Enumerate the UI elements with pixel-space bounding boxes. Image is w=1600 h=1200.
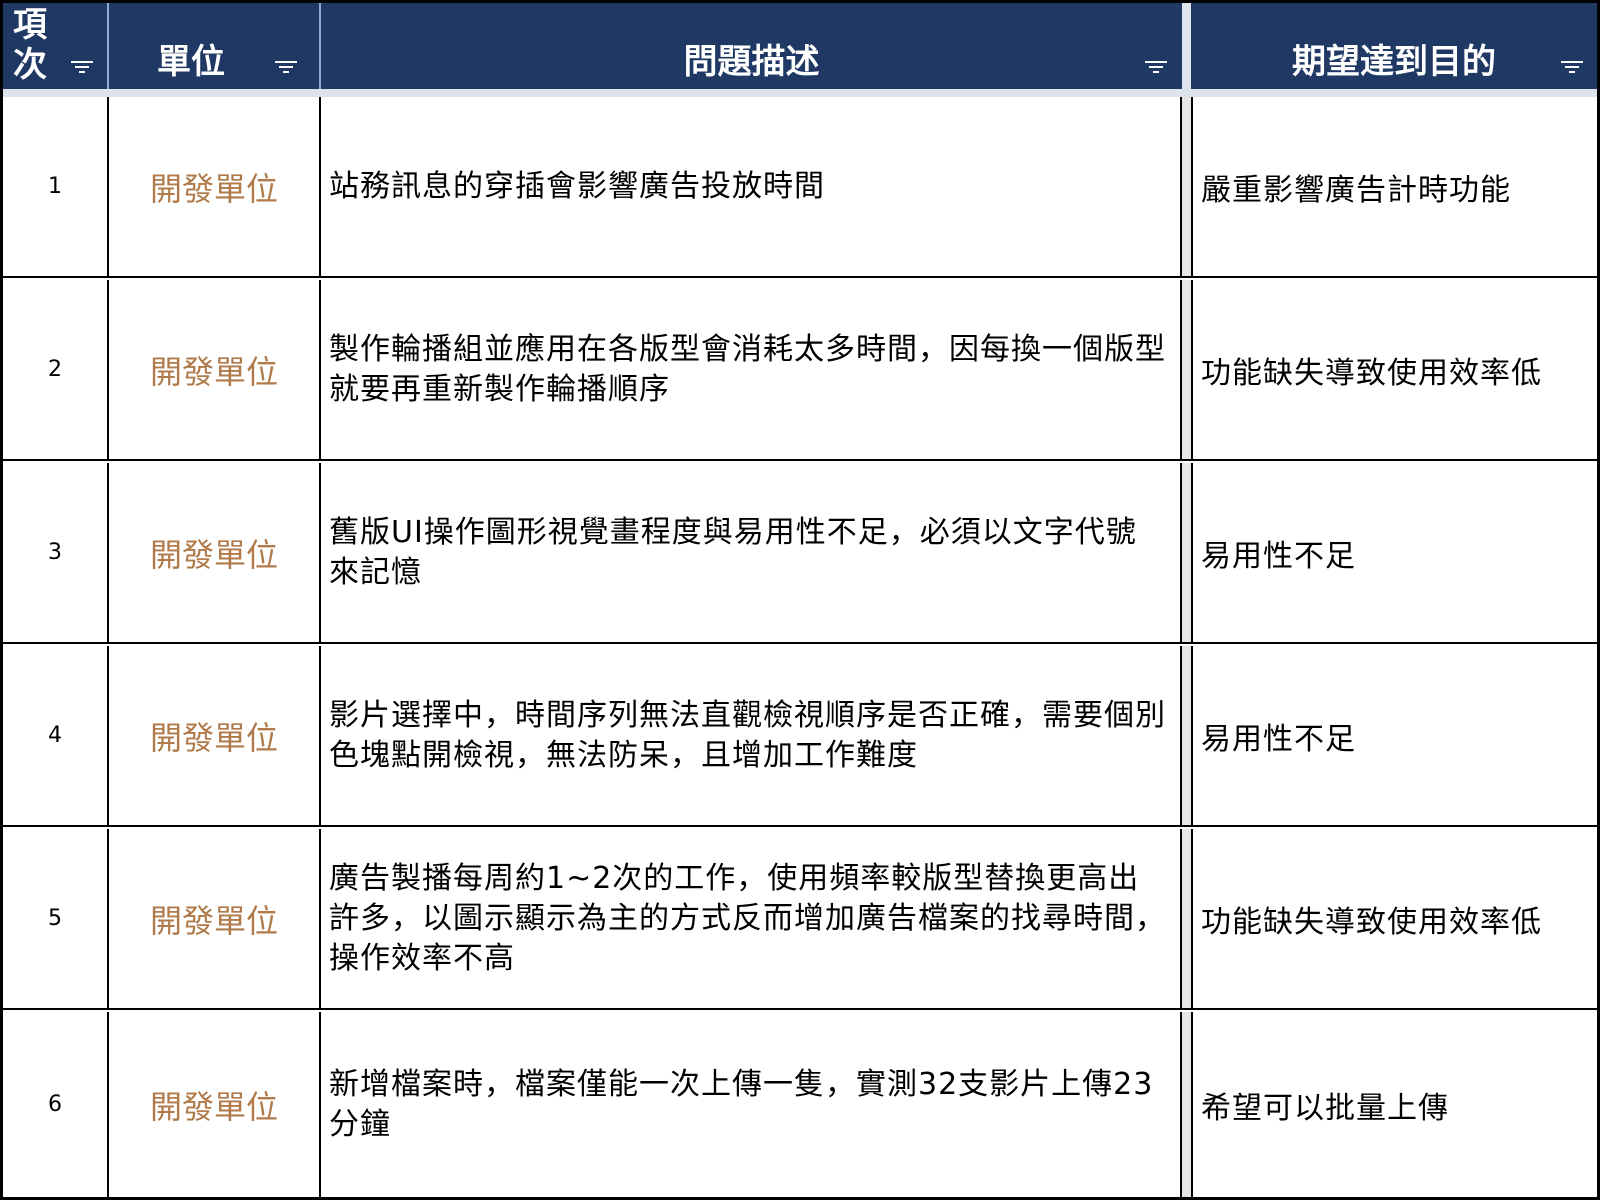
cell-goal[interactable]: 嚴重影響廣告計時功能 (1191, 97, 1597, 276)
cell-goal[interactable]: 易用性不足 (1191, 646, 1597, 825)
cell-problem[interactable]: 舊版UI操作圖形視覺畫程度與易用性不足，必須以文字代號來記憶 (321, 463, 1182, 642)
table-row[interactable]: 3 開發單位 舊版UI操作圖形視覺畫程度與易用性不足，必須以文字代號來記憶 易用… (3, 463, 1597, 644)
row-unit: 開發單位 (149, 1087, 278, 1126)
row-unit: 開發單位 (149, 901, 278, 940)
row-index: 1 (48, 174, 62, 199)
cell-index[interactable]: 4 (3, 646, 109, 825)
row-problem: 站務訊息的穿插會影響廣告投放時間 (329, 168, 825, 204)
row-problem: 廣告製播每周約1~2次的工作，使用頻率較版型替換更高出許多，以圖示顯示為主的方式… (329, 860, 1166, 976)
column-gap (1182, 97, 1191, 276)
cell-index[interactable]: 3 (3, 463, 109, 642)
table-header: 項 次 單位 問題描述 期望達到目的 (3, 3, 1597, 89)
row-problem: 新增檔案時，檔案僅能一次上傳一隻，實測32支影片上傳23分鐘 (329, 1066, 1154, 1142)
row-unit: 開發單位 (149, 352, 278, 391)
row-index: 3 (48, 540, 62, 565)
header-problem[interactable]: 問題描述 (321, 3, 1182, 89)
filter-icon[interactable] (71, 61, 93, 75)
cell-unit[interactable]: 開發單位 (109, 646, 321, 825)
table-row[interactable]: 6 開發單位 新增檔案時，檔案僅能一次上傳一隻，實測32支影片上傳23分鐘 希望… (3, 1012, 1597, 1197)
table-row[interactable]: 4 開發單位 影片選擇中，時間序列無法直觀檢視順序是否正確，需要個別色塊點開檢視… (3, 646, 1597, 827)
column-gap (1182, 829, 1191, 1008)
row-index: 4 (48, 723, 62, 748)
cell-goal[interactable]: 功能缺失導致使用效率低 (1191, 280, 1597, 459)
filter-icon[interactable] (1561, 61, 1583, 75)
header-problem-label: 問題描述 (683, 42, 820, 82)
table-row[interactable]: 5 開發單位 廣告製播每周約1~2次的工作，使用頻率較版型替換更高出許多，以圖示… (3, 829, 1597, 1010)
row-unit: 開發單位 (149, 535, 278, 574)
row-problem: 影片選擇中，時間序列無法直觀檢視順序是否正確，需要個別色塊點開檢視，無法防呆，且… (329, 697, 1166, 773)
row-goal: 功能缺失導致使用效率低 (1201, 904, 1542, 940)
row-unit: 開發單位 (149, 169, 278, 208)
header-index-line1: 項 (13, 5, 47, 45)
column-gap (1182, 280, 1191, 459)
header-goal[interactable]: 期望達到目的 (1191, 3, 1597, 89)
row-problem: 舊版UI操作圖形視覺畫程度與易用性不足，必須以文字代號來記憶 (329, 514, 1137, 590)
header-separator (3, 89, 1597, 97)
cell-goal[interactable]: 希望可以批量上傳 (1191, 1012, 1597, 1197)
row-goal: 易用性不足 (1201, 538, 1356, 574)
row-index: 2 (48, 357, 62, 382)
cell-unit[interactable]: 開發單位 (109, 97, 321, 276)
row-goal: 嚴重影響廣告計時功能 (1201, 172, 1511, 208)
cell-problem[interactable]: 新增檔案時，檔案僅能一次上傳一隻，實測32支影片上傳23分鐘 (321, 1012, 1182, 1197)
row-goal: 希望可以批量上傳 (1201, 1090, 1449, 1126)
cell-problem[interactable]: 廣告製播每周約1~2次的工作，使用頻率較版型替換更高出許多，以圖示顯示為主的方式… (321, 829, 1182, 1008)
table-row[interactable]: 1 開發單位 站務訊息的穿插會影響廣告投放時間 嚴重影響廣告計時功能 (3, 97, 1597, 278)
filter-icon[interactable] (275, 61, 297, 75)
row-index: 6 (48, 1092, 62, 1117)
row-problem: 製作輪播組並應用在各版型會消耗太多時間，因每換一個版型就要再重新製作輪播順序 (329, 331, 1166, 407)
header-unit-label: 單位 (157, 42, 225, 82)
cell-goal[interactable]: 功能缺失導致使用效率低 (1191, 829, 1597, 1008)
cell-index[interactable]: 1 (3, 97, 109, 276)
cell-unit[interactable]: 開發單位 (109, 280, 321, 459)
cell-problem[interactable]: 影片選擇中，時間序列無法直觀檢視順序是否正確，需要個別色塊點開檢視，無法防呆，且… (321, 646, 1182, 825)
header-goal-label: 期望達到目的 (1292, 42, 1496, 82)
spreadsheet: 項 次 單位 問題描述 期望達到目的 1 開發單位 站務訊息的穿插會影響廣告投放… (0, 0, 1600, 1200)
column-gap (1182, 1012, 1191, 1197)
cell-problem[interactable]: 站務訊息的穿插會影響廣告投放時間 (321, 97, 1182, 276)
row-unit: 開發單位 (149, 718, 278, 757)
column-gap (1182, 463, 1191, 642)
cell-unit[interactable]: 開發單位 (109, 463, 321, 642)
header-index[interactable]: 項 次 (3, 3, 109, 89)
cell-index[interactable]: 5 (3, 829, 109, 1008)
cell-index[interactable]: 2 (3, 280, 109, 459)
filter-icon[interactable] (1145, 61, 1167, 75)
row-goal: 功能缺失導致使用效率低 (1201, 355, 1542, 391)
issue-table: 項 次 單位 問題描述 期望達到目的 1 開發單位 站務訊息的穿插會影響廣告投放… (3, 3, 1597, 1197)
cell-unit[interactable]: 開發單位 (109, 1012, 321, 1197)
column-gap (1182, 646, 1191, 825)
header-unit[interactable]: 單位 (109, 3, 321, 89)
cell-problem[interactable]: 製作輪播組並應用在各版型會消耗太多時間，因每換一個版型就要再重新製作輪播順序 (321, 280, 1182, 459)
header-index-line2: 次 (13, 45, 47, 85)
column-gap (1182, 3, 1191, 89)
row-goal: 易用性不足 (1201, 721, 1356, 757)
cell-unit[interactable]: 開發單位 (109, 829, 321, 1008)
cell-goal[interactable]: 易用性不足 (1191, 463, 1597, 642)
cell-index[interactable]: 6 (3, 1012, 109, 1197)
table-row[interactable]: 2 開發單位 製作輪播組並應用在各版型會消耗太多時間，因每換一個版型就要再重新製… (3, 280, 1597, 461)
row-index: 5 (48, 906, 62, 931)
